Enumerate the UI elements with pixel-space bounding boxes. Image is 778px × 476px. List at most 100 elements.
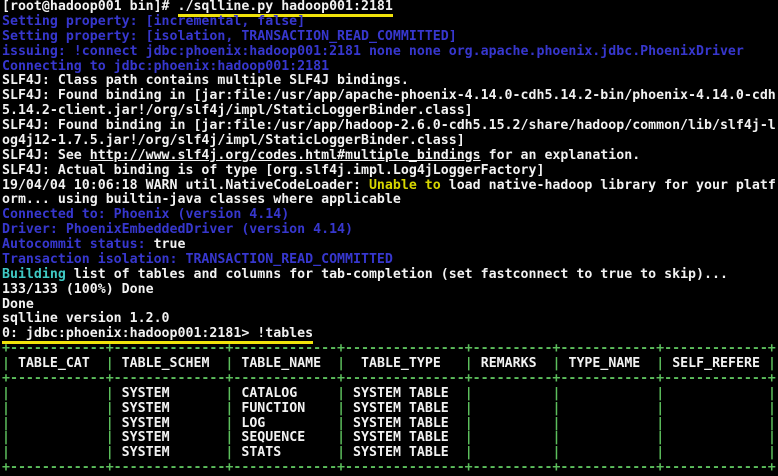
table-border: | (465, 401, 473, 416)
text-segment: Driver: PhoenixEmbeddedDriver (version 4… (2, 222, 353, 237)
table-border: | (337, 416, 345, 431)
table-cell (664, 430, 768, 445)
text-segment: og4j12-1.7.5.jar!/org/slf4j/impl/StaticL… (2, 133, 465, 148)
table-border: | (2, 386, 10, 401)
column-header: TABLE_TYPE (345, 356, 465, 371)
table-cell: SYSTEM (114, 386, 226, 401)
terminal[interactable]: [root@hadoop001 bin]# ./sqlline.py hadoo… (0, 0, 778, 476)
column-header: TYPE_NAME (561, 356, 657, 371)
table-border: | (553, 401, 561, 416)
table-cell: SEQUENCE (233, 430, 337, 445)
table-border: | (768, 386, 776, 401)
warn-highlight: Unable to (369, 178, 441, 193)
text-segment: issuing: !connect jdbc:phoenix:hadoop001… (2, 44, 744, 59)
column-header: TABLE_CAT (10, 356, 106, 371)
table-border: | (553, 416, 561, 431)
table-cell (10, 386, 106, 401)
text-segment: sqlline version 1.2.0 (2, 311, 170, 326)
table-cell (561, 445, 657, 460)
table-cell: SYSTEM TABLE (345, 445, 465, 460)
table-cell (561, 430, 657, 445)
table-cell (664, 445, 768, 460)
table-border: | (106, 416, 114, 431)
table-border: | (337, 356, 345, 371)
table-border: | (553, 386, 561, 401)
table-cell: SYSTEM (114, 416, 226, 431)
table-border: | (106, 445, 114, 460)
text-segment: orm... using builtin-java classes where … (2, 192, 401, 207)
log-line: Setting property: [incremental, false] (2, 15, 778, 30)
progress-line: 133/133 (100%) Done (2, 283, 778, 298)
text-segment: Done (2, 297, 34, 312)
table-border: | (337, 445, 345, 460)
log-line: Setting property: [isolation, TRANSACTIO… (2, 30, 778, 45)
table-cell (561, 416, 657, 431)
table-cell: CATALOG (233, 386, 337, 401)
table-cell: SYSTEM TABLE (345, 416, 465, 431)
log-line: Driver: PhoenixEmbeddedDriver (version 4… (2, 223, 778, 238)
table-border: | (106, 386, 114, 401)
log-line: SLF4J: Actual binding is of type [org.sl… (2, 164, 778, 179)
text-segment: SLF4J: Found binding in [jar:file:/usr/a… (2, 88, 776, 103)
table-cell (10, 401, 106, 416)
table-cell (473, 430, 553, 445)
text-segment: 133/133 (100%) Done (2, 282, 154, 297)
table-border: | (106, 401, 114, 416)
terminal-window[interactable]: [root@hadoop001 bin]# ./sqlline.py hadoo… (0, 0, 778, 476)
table-separator: +------------+--------------+-----------… (2, 372, 778, 387)
table-row: | | SYSTEM | CATALOG | SYSTEM TABLE | | … (2, 387, 778, 402)
sqlline-command: ./sqlline.py hadoop001:2181 (178, 0, 393, 14)
table-border: | (106, 356, 114, 371)
tables-command: 0: jdbc:phoenix:hadoop001:2181> !tables (2, 326, 313, 341)
table-cell: FUNCTION (233, 401, 337, 416)
table-cell (664, 416, 768, 431)
log-line: 5.14.2-client.jar!/org/slf4j/impl/Static… (2, 104, 778, 119)
table-cell: SYSTEM (114, 445, 226, 460)
table-cell: SYSTEM (114, 430, 226, 445)
log-line: og4j12-1.7.5.jar!/org/slf4j/impl/StaticL… (2, 134, 778, 149)
table-border: | (553, 445, 561, 460)
text-segment: for an explanation. (481, 148, 641, 163)
table-separator: +------------+--------------+-----------… (2, 461, 778, 476)
text-segment: SLF4J: Class path contains multiple SLF4… (2, 73, 409, 88)
table-row: | | SYSTEM | SEQUENCE | SYSTEM TABLE | |… (2, 431, 778, 446)
table-border: | (768, 430, 776, 445)
table-border: | (553, 430, 561, 445)
log-line: SLF4J: See http://www.slf4j.org/codes.ht… (2, 149, 778, 164)
table-cell (10, 416, 106, 431)
table-border: | (2, 430, 10, 445)
log-line: SLF4J: Found binding in [jar:file:/usr/a… (2, 89, 778, 104)
table-cell: STATS (233, 445, 337, 460)
table-header-row: | TABLE_CAT | TABLE_SCHEM | TABLE_NAME |… (2, 357, 778, 372)
table-row: | | SYSTEM | STATS | SYSTEM TABLE | | | … (2, 446, 778, 461)
table-border: | (465, 430, 473, 445)
table-border: | (768, 416, 776, 431)
table-cell (561, 401, 657, 416)
sqlline-prompt-line: 0: jdbc:phoenix:hadoop001:2181> !tables (2, 327, 778, 342)
table-cell: SYSTEM (114, 401, 226, 416)
log-line: Transaction isolation: TRANSACTION_READ_… (2, 253, 778, 268)
table-cell (473, 416, 553, 431)
table-border: | (337, 386, 345, 401)
table-border: | (768, 401, 776, 416)
table-row: | | SYSTEM | LOG | SYSTEM TABLE | | | | (2, 417, 778, 432)
text-segment: Transaction isolation: TRANSACTION_READ_… (2, 252, 393, 267)
column-header: TABLE_SCHEM (114, 356, 226, 371)
log-line: Building list of tables and columns for … (2, 268, 778, 283)
text-segment: Connected to: Phoenix (version 4.14) (2, 207, 289, 222)
table-border: | (2, 356, 10, 371)
text-segment: Autocommit status: (2, 237, 154, 252)
log-line: SLF4J: Found binding in [jar:file:/usr/a… (2, 119, 778, 134)
text-segment: list of tables and columns for tab-compl… (66, 267, 728, 282)
text-segment: SLF4J: See (2, 148, 90, 163)
table-cell (473, 401, 553, 416)
column-header: SELF_REFERE (664, 356, 768, 371)
table-cell: LOG (233, 416, 337, 431)
table-border: +------------+--------------+-----------… (2, 341, 776, 356)
shell-command-line: [root@hadoop001 bin]# ./sqlline.py hadoo… (2, 0, 778, 15)
text-segment: Building (2, 267, 66, 282)
table-row: | | SYSTEM | FUNCTION | SYSTEM TABLE | |… (2, 402, 778, 417)
table-cell (10, 430, 106, 445)
text-segment: Setting property: [incremental, false] (2, 14, 305, 29)
table-border: | (2, 401, 10, 416)
